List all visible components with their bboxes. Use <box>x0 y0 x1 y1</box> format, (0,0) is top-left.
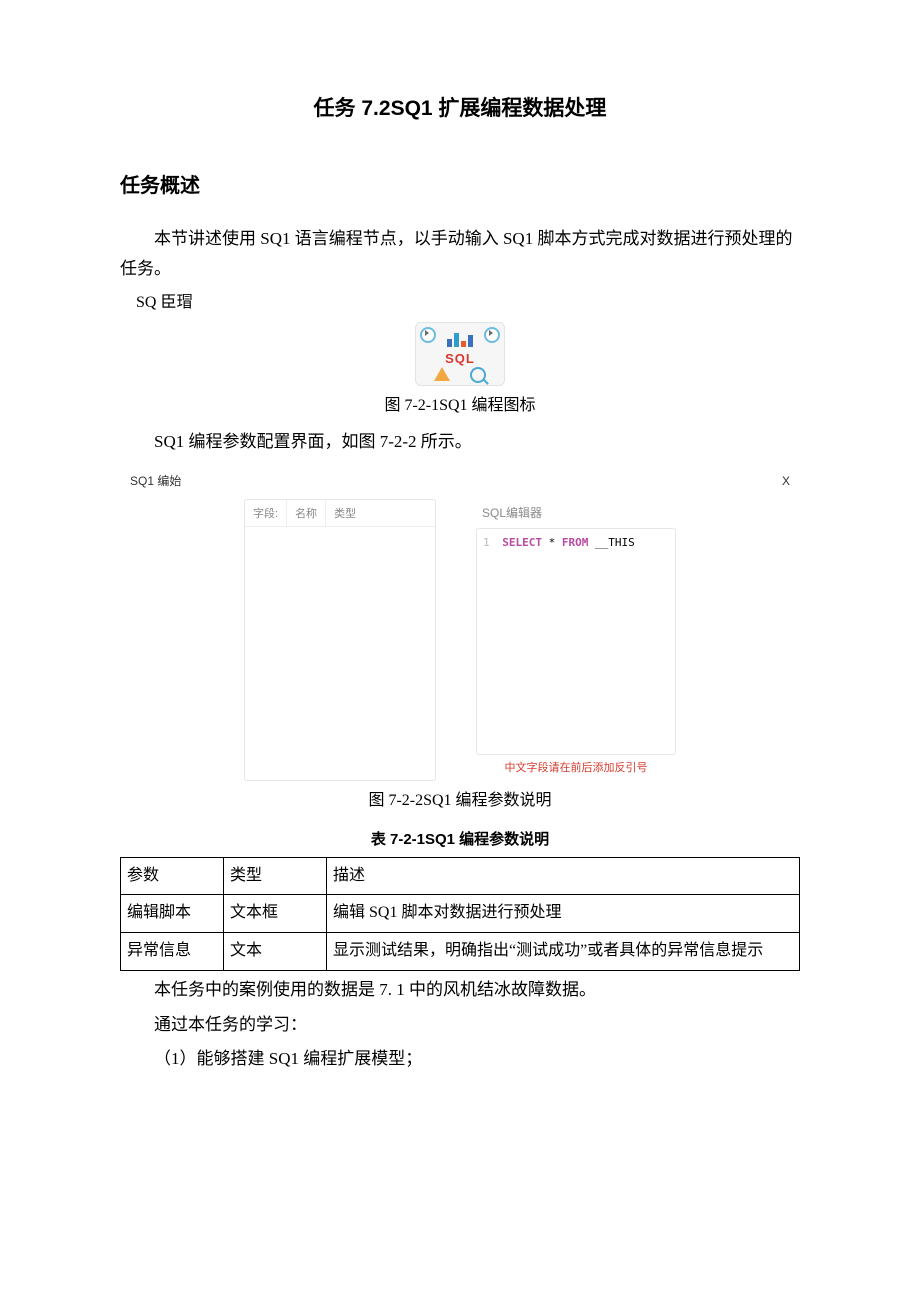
paragraph-5: （1）能够搭建 SQ1 编程扩展模型； <box>120 1044 800 1075</box>
port-right-icon <box>484 327 500 343</box>
table-caption: 表 7-2-1SQ1 编程参数说明 <box>120 826 800 853</box>
table-row: 编辑脚本 文本框 编辑 SQ1 脚本对数据进行预处理 <box>121 895 800 933</box>
line-number: 1 <box>483 536 490 549</box>
section-heading: 任务概述 <box>120 168 800 204</box>
paragraph-4: 通过本任务的学习： <box>120 1010 800 1041</box>
cell-param: 异常信息 <box>121 933 224 971</box>
editor-hint: 中文字段请在前后添加反引号 <box>476 759 676 779</box>
figure-1-sql-icon: SQL <box>120 322 800 386</box>
document-page: 任务 7.2SQ1 扩展编程数据处理 任务概述 本节讲述使用 SQ1 语言编程节… <box>0 0 920 1301</box>
table-row: 异常信息 文本 显示测试结果，明确指出“测试成功”或者具体的异常信息提示 <box>121 933 800 971</box>
paragraph-2: SQ1 编程参数配置界面，如图 7-2-2 所示。 <box>120 427 800 458</box>
th-param: 参数 <box>121 857 224 895</box>
sql-editor-panel: SQL编辑器 1 SELECT * FROM __THIS 中文字段请在前后添加… <box>476 499 676 779</box>
fields-col-type: 类型 <box>326 500 435 526</box>
dialog-titlebar: SQ1 编始 X <box>120 471 800 493</box>
doc-title: 任务 7.2SQ1 扩展编程数据处理 <box>120 90 800 128</box>
th-type: 类型 <box>224 857 327 895</box>
cell-type: 文本 <box>224 933 327 971</box>
params-table: 参数 类型 描述 编辑脚本 文本框 编辑 SQ1 脚本对数据进行预处理 异常信息… <box>120 857 800 971</box>
sql-editor-textarea[interactable]: 1 SELECT * FROM __THIS <box>476 528 676 755</box>
figure-1-caption: 图 7-2-1SQ1 编程图标 <box>120 392 800 421</box>
fields-header-row: 字段: 名称 类型 <box>245 500 435 527</box>
kw-from: FROM <box>562 536 589 549</box>
bars-icon <box>447 333 473 347</box>
sq-label: SQ 臣瑁 <box>136 289 800 318</box>
dialog-title: SQ1 编始 <box>130 471 181 493</box>
dialog-body: 字段: 名称 类型 SQL编辑器 1 SELECT * FROM __THIS … <box>120 499 800 781</box>
table-header-row: 参数 类型 描述 <box>121 857 800 895</box>
code-star: * <box>549 536 556 549</box>
fields-col-name: 名称 <box>287 500 326 526</box>
code-tail: __THIS <box>595 536 635 549</box>
paragraph-3: 本任务中的案例使用的数据是 7. 1 中的风机结冰故障数据。 <box>120 975 800 1006</box>
figure-2-caption: 图 7-2-2SQ1 编程参数说明 <box>120 787 800 816</box>
magnifier-icon <box>470 367 486 383</box>
fields-col-field: 字段: <box>245 500 287 526</box>
cell-desc: 显示测试结果，明确指出“测试成功”或者具体的异常信息提示 <box>327 933 800 971</box>
sql-code-line: 1 SELECT * FROM __THIS <box>483 533 669 553</box>
cell-type: 文本框 <box>224 895 327 933</box>
sql-icon-box: SQL <box>415 322 505 386</box>
paragraph-intro: 本节讲述使用 SQ1 语言编程节点，以手动输入 SQ1 脚本方式完成对数据进行预… <box>120 224 800 285</box>
warning-triangle-icon <box>434 367 450 381</box>
sql-editor-title: SQL编辑器 <box>476 499 676 529</box>
close-icon[interactable]: X <box>782 471 790 493</box>
port-left-icon <box>420 327 436 343</box>
cell-param: 编辑脚本 <box>121 895 224 933</box>
cell-desc: 编辑 SQ1 脚本对数据进行预处理 <box>327 895 800 933</box>
fields-panel: 字段: 名称 类型 <box>244 499 436 781</box>
th-desc: 描述 <box>327 857 800 895</box>
kw-select: SELECT <box>502 536 542 549</box>
